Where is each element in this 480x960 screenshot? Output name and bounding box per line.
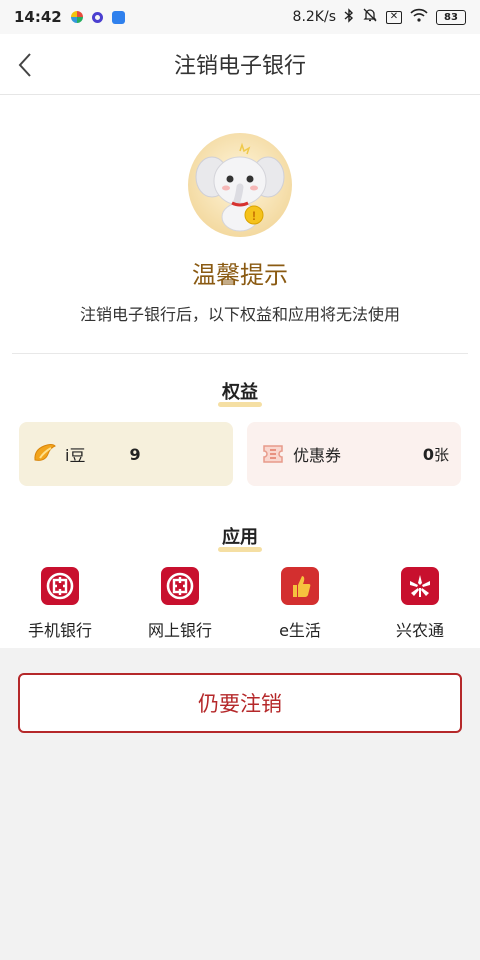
back-button[interactable] bbox=[10, 48, 40, 82]
icbc-logo-icon bbox=[41, 567, 79, 605]
benefit-card-coupon[interactable]: 优惠券 0 张 bbox=[247, 422, 461, 486]
coupon-unit: 张 bbox=[433, 445, 449, 464]
bluetooth-icon bbox=[344, 7, 354, 27]
elephant-mascot-icon: ! bbox=[188, 133, 292, 237]
chevron-left-icon bbox=[18, 53, 31, 77]
benefits-section-title: 权益 bbox=[0, 378, 480, 407]
no-sim-icon: ✕ bbox=[386, 10, 402, 24]
network-speed: 8.2K/s bbox=[292, 9, 336, 25]
coupon-icon bbox=[259, 440, 287, 468]
xingnongtong-icon bbox=[401, 567, 439, 605]
app-mobile-banking[interactable]: 手机银行 bbox=[0, 567, 120, 641]
benefit-card-ibean[interactable]: i豆 9 bbox=[19, 422, 233, 486]
app-label: 网上银行 bbox=[147, 621, 212, 640]
app-label: e生活 bbox=[279, 621, 321, 640]
notice-title: 温馨提示 bbox=[192, 261, 288, 289]
app-e-life[interactable]: e生活 bbox=[240, 567, 360, 641]
message-app-icon bbox=[111, 10, 125, 24]
mute-bell-icon bbox=[362, 7, 378, 27]
app-xingnongtong[interactable]: 兴农通 bbox=[360, 567, 480, 641]
nav-bar: 注销电子银行 bbox=[0, 34, 480, 95]
main-content: ! 温馨提示 注销电子银行后，以下权益和应用将无法使用 权益 i豆 9 优惠券 … bbox=[0, 95, 480, 648]
confirm-cancel-button[interactable]: 仍要注销 bbox=[18, 673, 462, 733]
ibean-value: 9 bbox=[129, 444, 141, 464]
thumbs-up-icon bbox=[281, 567, 319, 605]
status-bar: 14:42 8.2K/s ✕ 83 bbox=[0, 0, 480, 34]
apps-title-text: 应用 bbox=[218, 523, 262, 552]
coupon-value: 0 bbox=[422, 444, 434, 464]
ibean-label: i豆 bbox=[65, 446, 86, 465]
divider bbox=[12, 353, 468, 354]
ibean-icon bbox=[31, 440, 59, 468]
notice-message: 注销电子银行后，以下权益和应用将无法使用 bbox=[79, 305, 400, 324]
status-time: 14:42 bbox=[14, 8, 62, 26]
wifi-icon bbox=[410, 8, 428, 26]
icbc-logo-icon bbox=[161, 567, 199, 605]
app-online-banking[interactable]: 网上银行 bbox=[120, 567, 240, 641]
page-title: 注销电子银行 bbox=[173, 54, 306, 79]
app-label: 兴农通 bbox=[395, 621, 444, 640]
apps-section-title: 应用 bbox=[0, 523, 480, 552]
benefits-title-text: 权益 bbox=[218, 378, 262, 407]
pinwheel-icon bbox=[70, 11, 83, 23]
battery-indicator: 83 bbox=[436, 9, 466, 25]
app-label: 手机银行 bbox=[27, 621, 92, 640]
svg-text:!: ! bbox=[252, 209, 256, 223]
coupon-label: 优惠券 bbox=[293, 446, 342, 465]
circle-app-icon bbox=[91, 11, 103, 23]
apps-list: 手机银行 网上银行 e生活 兴农通 bbox=[0, 567, 480, 641]
